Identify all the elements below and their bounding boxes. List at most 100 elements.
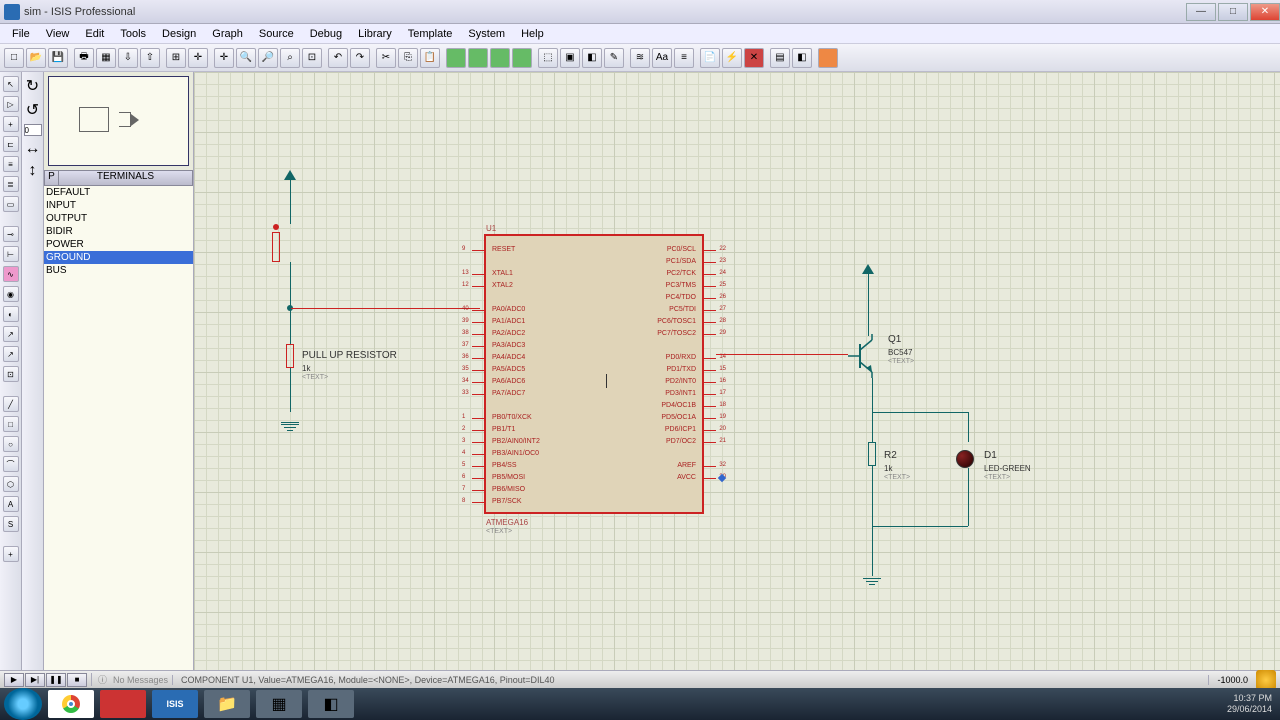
copy-icon[interactable]: ⎘ [398,48,418,68]
arc-icon[interactable]: ⌒ [3,456,19,472]
menu-tools[interactable]: Tools [112,26,154,42]
netlist-icon[interactable]: ✕ [744,48,764,68]
center-icon[interactable]: ✛ [214,48,234,68]
transistor-q1[interactable] [846,334,886,378]
3d-icon[interactable]: ◧ [792,48,812,68]
new-icon[interactable]: □ [4,48,24,68]
start-button[interactable] [4,688,42,720]
mirror-h-icon[interactable]: ↔ [25,140,41,158]
led-d1[interactable] [956,450,974,468]
bill-icon[interactable]: 📄 [700,48,720,68]
gen-icon[interactable]: ◐ [3,306,19,322]
menu-graph[interactable]: Graph [204,26,251,42]
menu-file[interactable]: File [4,26,38,42]
task-chrome[interactable] [48,690,94,718]
term-ground[interactable]: GROUND [44,251,193,264]
probe-v-icon[interactable]: ↗ [3,326,19,342]
save-icon[interactable]: 💾 [48,48,68,68]
decomp-icon[interactable]: ✎ [604,48,624,68]
menu-template[interactable]: Template [400,26,461,42]
block-delete-icon[interactable] [512,48,532,68]
make-icon[interactable]: ▣ [560,48,580,68]
term-input[interactable]: INPUT [44,199,193,212]
menu-help[interactable]: Help [513,26,552,42]
zoomall-icon[interactable]: ⌕ [280,48,300,68]
block-rotate-icon[interactable] [490,48,510,68]
paste-icon[interactable]: 📋 [420,48,440,68]
junction-icon[interactable]: + [3,116,19,132]
resistor-r2[interactable] [868,442,876,466]
undo-icon[interactable]: ↶ [328,48,348,68]
export-icon[interactable]: ⇧ [140,48,160,68]
circle-icon[interactable]: ○ [3,436,19,452]
col-terminals[interactable]: TERMINALS [59,171,192,185]
block-move-icon[interactable] [468,48,488,68]
stop-button[interactable]: ■ [67,673,87,687]
maximize-button[interactable] [1218,3,1248,21]
tape-icon[interactable]: ◉ [3,286,19,302]
wire-auto-icon[interactable]: ≋ [630,48,650,68]
stop-icon[interactable] [818,48,838,68]
probe-i-icon[interactable]: ↗ [3,346,19,362]
label-icon[interactable]: ⊏ [3,136,19,152]
pick-icon[interactable]: ⬚ [538,48,558,68]
component-icon[interactable]: ▷ [3,96,19,112]
origin-icon[interactable]: ✛ [188,48,208,68]
terminal-icon[interactable]: ⊸ [3,226,19,242]
zoomout-icon[interactable]: 🔎 [258,48,278,68]
pause-button[interactable]: ❚❚ [46,673,66,687]
path-icon[interactable]: ⬡ [3,476,19,492]
mirror-v-icon[interactable]: ↕ [29,162,37,180]
line-icon[interactable]: ╱ [3,396,19,412]
menu-view[interactable]: View [38,26,78,42]
minimize-button[interactable] [1186,3,1216,21]
marker-icon[interactable]: + [3,546,19,562]
menu-edit[interactable]: Edit [77,26,112,42]
menu-system[interactable]: System [460,26,513,42]
schematic-canvas[interactable]: PULL UP RESISTOR 1k <TEXT> U1 RESET9XTAL… [194,72,1280,680]
text2-icon[interactable]: A [3,496,19,512]
task-app3[interactable]: ◧ [308,690,354,718]
term-default[interactable]: DEFAULT [44,186,193,199]
graph-icon[interactable]: ∿ [3,266,19,282]
system-tray[interactable]: 10:37 PM 29/06/2014 [1227,693,1280,715]
instr-icon[interactable]: ⊡ [3,366,19,382]
term-bidir[interactable]: BIDIR [44,225,193,238]
rotate-cw-icon[interactable]: ↻ [26,76,39,96]
redo-icon[interactable]: ↷ [350,48,370,68]
play-button[interactable]: ▶ [4,673,24,687]
print-icon[interactable]: 🖶 [74,48,94,68]
import-icon[interactable]: ⇩ [118,48,138,68]
term-output[interactable]: OUTPUT [44,212,193,225]
symbol-icon[interactable]: S [3,516,19,532]
cut-icon[interactable]: ✂ [376,48,396,68]
menu-debug[interactable]: Debug [302,26,350,42]
bus-icon[interactable]: ≣ [3,176,19,192]
menu-library[interactable]: Library [350,26,400,42]
zoomarea-icon[interactable]: ⊡ [302,48,322,68]
chip-atmega16[interactable]: RESET9XTAL113XTAL212PA0/ADC040PA1/ADC139… [484,234,704,514]
close-button[interactable] [1250,3,1280,21]
pin-icon[interactable]: ⊢ [3,246,19,262]
task-app2[interactable]: ▦ [256,690,302,718]
search-icon[interactable]: Aa [652,48,672,68]
text-icon[interactable]: ≡ [3,156,19,172]
box-icon[interactable]: □ [3,416,19,432]
task-isis[interactable]: ISIS [152,690,198,718]
grid-icon[interactable]: ⊞ [166,48,186,68]
term-bus[interactable]: BUS [44,264,193,277]
zoomin-icon[interactable]: 🔍 [236,48,256,68]
area-icon[interactable]: ▦ [96,48,116,68]
term-power[interactable]: POWER [44,238,193,251]
overview-window[interactable] [48,76,189,166]
open-icon[interactable]: 📂 [26,48,46,68]
ares-icon[interactable]: ▤ [770,48,790,68]
erc-icon[interactable]: ⚡ [722,48,742,68]
task-explorer[interactable]: 📁 [204,690,250,718]
step-button[interactable]: ▶| [25,673,45,687]
menu-design[interactable]: Design [154,26,204,42]
task-app1[interactable] [100,690,146,718]
col-p[interactable]: P [45,171,59,185]
block-copy-icon[interactable] [446,48,466,68]
pkg-icon[interactable]: ◧ [582,48,602,68]
